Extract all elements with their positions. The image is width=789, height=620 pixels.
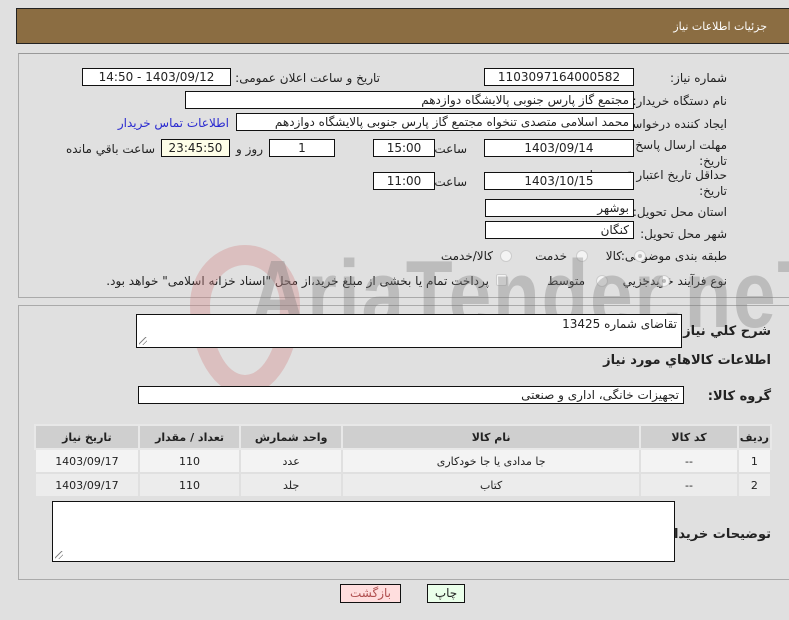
buyer-org-field: مجتمع گاز پارس جنوبی پالایشگاه دوازدهم: [185, 91, 634, 109]
table-row: 1 -- جا مدادی یا جا خودکاری عدد 110 1403…: [34, 448, 773, 474]
description-label: شرح كلي نياز:: [677, 324, 771, 339]
cell-goods-code: --: [639, 472, 739, 498]
cell-unit: جلد: [239, 472, 343, 498]
category-radio-goods-service[interactable]: [500, 250, 512, 262]
price-validity-time: 11:00: [373, 172, 435, 190]
need-number-label: شماره نیاز:: [670, 71, 727, 85]
table-row: 2 -- کتاب جلد 110 1403/09/17: [34, 472, 773, 498]
category-radio-service[interactable]: [576, 250, 588, 262]
col-unit: واحد شمارش: [239, 424, 343, 450]
buyer-contact-link[interactable]: اطلاعات تماس خریدار: [118, 116, 229, 130]
price-validity-date: 1403/10/15: [484, 172, 634, 190]
col-need-date: تاریخ نیاز: [34, 424, 140, 450]
table-header-row: ردیف کد کالا نام کالا واحد شمارش تعداد /…: [34, 424, 773, 450]
time-remaining-field: 23:45:50: [161, 139, 230, 157]
goods-info-title: اطلاعات كالاهاي مورد نياز: [603, 353, 771, 368]
col-quantity: تعداد / مقدار: [137, 424, 242, 450]
city-label: شهر محل تحویل:: [640, 227, 727, 241]
reply-time-label: ساعت: [434, 142, 467, 156]
province-label: استان محل تحویل:: [632, 205, 727, 219]
page-title: جزئیات اطلاعات نیاز: [673, 20, 767, 33]
province-field: بوشهر: [485, 199, 634, 217]
cell-goods-name: جا مدادی یا جا خودکاری: [340, 448, 642, 474]
description-text: تقاضای شماره 13425: [562, 317, 677, 331]
days-remaining-field: 1: [269, 139, 335, 157]
category-radio-goods[interactable]: [634, 250, 646, 262]
back-button[interactable]: بازگشت: [340, 584, 401, 603]
resize-handle-icon[interactable]: [55, 551, 63, 559]
time-remaining-label: ساعت باقي مانده: [65, 142, 155, 156]
cell-need-date: 1403/09/17: [34, 448, 140, 474]
cell-row-number: 2: [736, 472, 773, 498]
purchase-radio-minor[interactable]: [658, 275, 670, 287]
cell-goods-code: --: [639, 448, 739, 474]
purchase-type-label: نوع فرآیند خرید :: [642, 274, 727, 288]
need-number-field: 1103097164000582: [484, 68, 634, 86]
print-button[interactable]: چاپ: [427, 584, 465, 603]
category-option-goods-service: کالا/خدمت: [440, 249, 493, 263]
col-row-number: ردیف: [736, 424, 773, 450]
goods-table: ردیف کد کالا نام کالا واحد شمارش تعداد /…: [34, 424, 773, 498]
cell-need-date: 1403/09/17: [34, 472, 140, 498]
buyer-org-label: نام دستگاه خریدار:: [632, 94, 728, 108]
page-header: جزئیات اطلاعات نیاز: [16, 8, 789, 44]
description-textarea[interactable]: تقاضای شماره 13425: [136, 314, 682, 348]
cell-row-number: 1: [736, 448, 773, 474]
treasury-payment-checkbox[interactable]: [496, 274, 507, 286]
cell-unit: عدد: [239, 448, 343, 474]
buyer-notes-label: توضیحات خریدار:: [661, 527, 771, 542]
announce-datetime-field: 1403/09/12 - 14:50: [82, 68, 231, 86]
buyer-notes-textarea[interactable]: [52, 501, 675, 562]
days-label: روز و: [236, 142, 263, 156]
city-field: کنگان: [485, 221, 634, 239]
reply-deadline-time: 15:00: [373, 139, 435, 157]
announce-datetime-label: تاریخ و ساعت اعلان عمومی:: [235, 71, 380, 85]
goods-group-label: گروه کالا:: [707, 389, 771, 404]
cell-quantity: 110: [137, 448, 242, 474]
col-goods-code: کد کالا: [639, 424, 739, 450]
cell-quantity: 110: [137, 472, 242, 498]
category-option-goods: کالا: [605, 249, 622, 263]
requester-field: محمد اسلامی متصدی تنخواه مجتمع گاز پارس …: [236, 113, 634, 131]
treasury-payment-note: پرداخت تمام یا بخشی از مبلغ خرید،از محل …: [106, 274, 489, 288]
price-time-label: ساعت: [434, 175, 467, 189]
purchase-radio-medium[interactable]: [596, 275, 608, 287]
resize-handle-icon[interactable]: [139, 337, 147, 345]
category-option-service: خدمت: [535, 249, 567, 263]
col-goods-name: نام کالا: [340, 424, 642, 450]
goods-group-field: تجهیزات خانگی، اداری و صنعتی: [138, 386, 684, 404]
purchase-option-minor: جزیي: [622, 274, 650, 288]
cell-goods-name: کتاب: [340, 472, 642, 498]
purchase-option-medium: متوسط: [547, 274, 585, 288]
reply-deadline-date: 1403/09/14: [484, 139, 634, 157]
